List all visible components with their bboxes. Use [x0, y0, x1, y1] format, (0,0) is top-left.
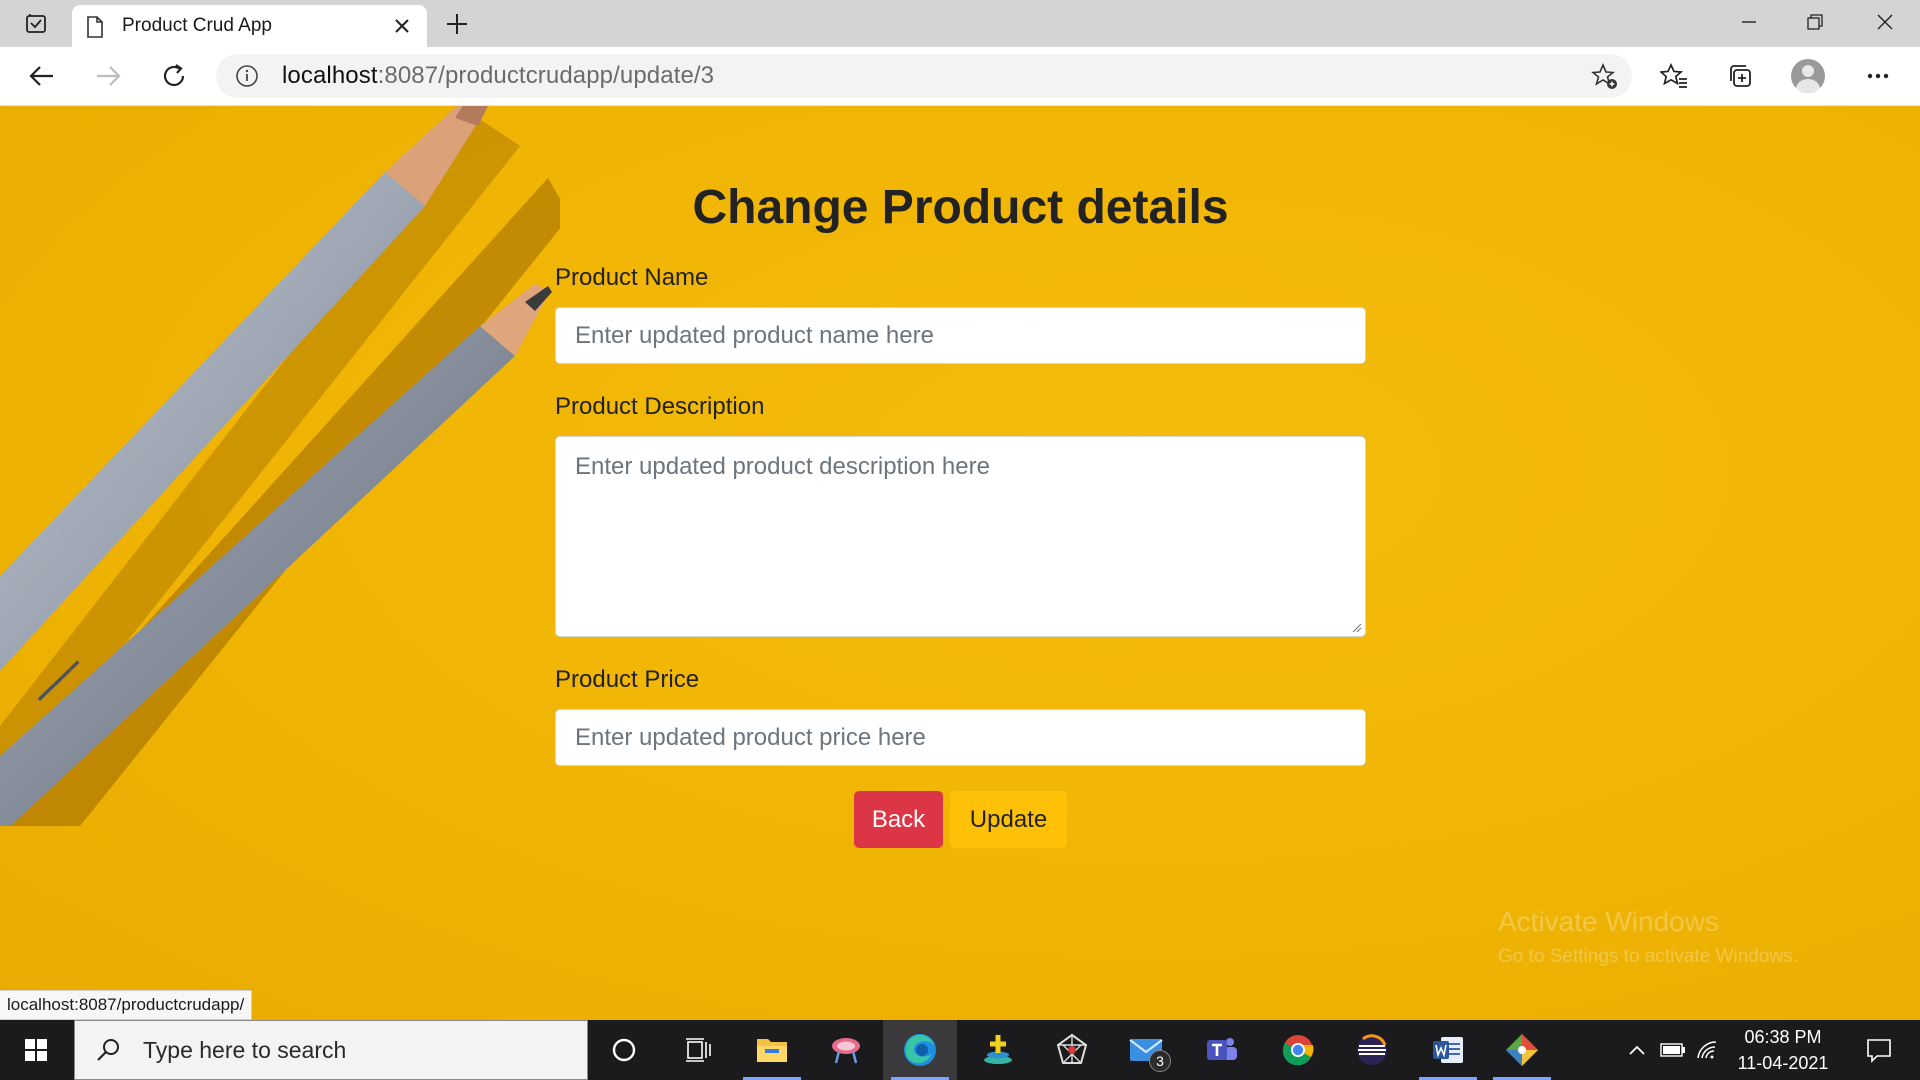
- word-icon[interactable]: [1411, 1020, 1485, 1080]
- more-options-icon[interactable]: [1856, 56, 1900, 96]
- product-name-label: Product Name: [555, 264, 709, 291]
- close-window-icon[interactable]: [1852, 0, 1918, 44]
- back-arrow-icon[interactable]: [20, 56, 64, 96]
- page-title: Change Product details: [692, 181, 1229, 234]
- show-hidden-icons-chevron-icon[interactable]: [1622, 1020, 1652, 1080]
- collections-icon[interactable]: [1718, 56, 1762, 96]
- git-tool-icon[interactable]: [1485, 1020, 1559, 1080]
- windows-start-icon[interactable]: [0, 1020, 72, 1080]
- close-tab-icon[interactable]: [391, 15, 413, 37]
- address-bar[interactable]: localhost:8087/productcrudapp/update/3: [216, 54, 1632, 98]
- product-description-textarea[interactable]: Enter updated product description here: [555, 436, 1366, 637]
- avatar: [1791, 59, 1825, 93]
- status-bar-url: localhost:8087/productcrudapp/: [0, 990, 253, 1020]
- task-view-icon[interactable]: [661, 1020, 735, 1080]
- mail-icon[interactable]: 3: [1109, 1020, 1183, 1080]
- resize-grip-icon[interactable]: [1350, 621, 1362, 633]
- add-favorite-icon[interactable]: [1590, 62, 1620, 92]
- tab-title: Product Crud App: [122, 15, 272, 36]
- tab-bar: Product Crud App: [0, 0, 1920, 47]
- cortana-icon[interactable]: [587, 1020, 661, 1080]
- site-info-icon[interactable]: [232, 61, 262, 91]
- notifications-icon[interactable]: [1856, 1020, 1902, 1080]
- refresh-icon[interactable]: [152, 56, 196, 96]
- product-price-label: Product Price: [555, 666, 700, 693]
- browser-tab[interactable]: Product Crud App: [72, 5, 427, 47]
- product-description-placeholder: Enter updated product description here: [575, 453, 990, 480]
- new-tab-icon[interactable]: [440, 8, 474, 40]
- page-icon: [86, 16, 104, 38]
- profile-avatar[interactable]: [1786, 56, 1830, 96]
- forward-arrow-icon[interactable]: [86, 56, 130, 96]
- taskbar: Type here to search 3 06:38 PM 11-04-202…: [0, 1020, 1920, 1080]
- mail-badge: 3: [1149, 1050, 1171, 1072]
- battery-icon[interactable]: [1656, 1020, 1690, 1080]
- search-icon: [93, 1034, 125, 1066]
- watermark-subtitle: Go to Settings to activate Windows.: [1498, 946, 1798, 967]
- page-content: ▬▬▬▬▬ Change Product details Product Nam…: [0, 106, 1920, 1020]
- update-button[interactable]: Update: [950, 791, 1067, 848]
- app-icon-green-plus[interactable]: [961, 1020, 1035, 1080]
- clock-date: 11-04-2021: [1737, 1053, 1829, 1073]
- search-placeholder: Type here to search: [143, 1036, 347, 1063]
- taskbar-search[interactable]: Type here to search: [74, 1020, 588, 1080]
- teams-icon[interactable]: [1185, 1020, 1259, 1080]
- restore-icon[interactable]: [1782, 0, 1848, 44]
- system-clock[interactable]: 06:38 PM 11-04-2021: [1718, 1024, 1848, 1076]
- eclipse-icon[interactable]: [1335, 1020, 1409, 1080]
- minimize-icon[interactable]: [1716, 0, 1782, 44]
- tab-actions-icon[interactable]: [16, 10, 56, 38]
- url-text: localhost:8087/productcrudapp/update/3: [282, 62, 715, 89]
- file-explorer-icon[interactable]: [735, 1020, 809, 1080]
- back-button[interactable]: Back: [854, 791, 943, 848]
- favorites-icon[interactable]: [1652, 56, 1696, 96]
- snip-tool-icon[interactable]: [809, 1020, 883, 1080]
- pencils-background-image: ▬▬▬▬▬: [0, 106, 560, 826]
- product-name-input[interactable]: Enter updated product name here: [555, 307, 1366, 364]
- navigation-bar: localhost:8087/productcrudapp/update/3: [0, 47, 1920, 106]
- web-spider-icon[interactable]: [1035, 1020, 1109, 1080]
- watermark-title: Activate Windows: [1498, 906, 1719, 937]
- clock-time: 06:38 PM: [1744, 1027, 1822, 1047]
- chrome-icon[interactable]: [1261, 1020, 1335, 1080]
- activate-windows-watermark: Activate Windows Go to Settings to activ…: [1498, 906, 1798, 968]
- edge-browser-icon[interactable]: [883, 1020, 957, 1080]
- product-description-label: Product Description: [555, 393, 765, 420]
- product-price-input[interactable]: Enter updated product price here: [555, 709, 1366, 766]
